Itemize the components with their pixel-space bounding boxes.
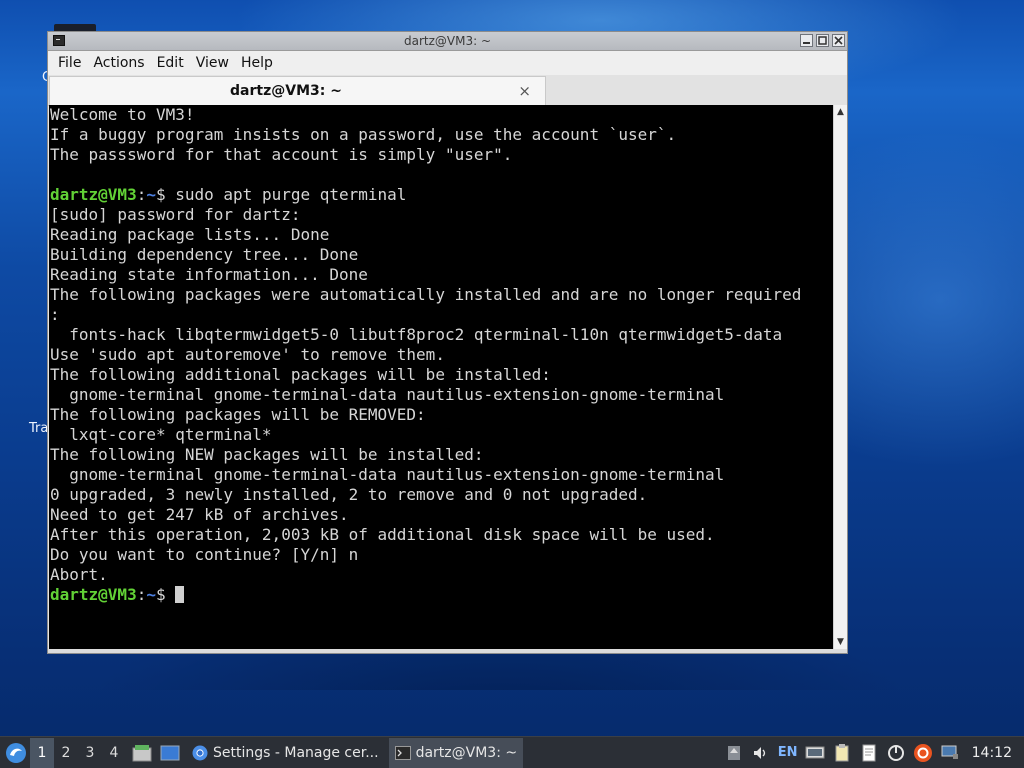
menu-actions[interactable]: Actions — [87, 51, 150, 75]
workspace-2[interactable]: 2 — [54, 738, 78, 768]
scroll-down-arrow-icon[interactable]: ▼ — [834, 635, 847, 649]
terminal-line: gnome-terminal gnome-terminal-data nauti… — [50, 465, 725, 484]
menu-file[interactable]: File — [52, 51, 87, 75]
scroll-up-arrow-icon[interactable]: ▲ — [834, 105, 847, 119]
terminal-prompt-line: dartz@VM3:~$ — [49, 585, 833, 605]
ubuntu-logo-icon — [913, 743, 932, 762]
workspace-4[interactable]: 4 — [102, 738, 126, 768]
terminal-line: The following packages will be REMOVED: — [50, 405, 426, 424]
close-icon — [834, 36, 843, 45]
taskbar: 1 2 3 4 Settings - Manage cer... dartz@V… — [0, 736, 1024, 768]
minimize-button[interactable] — [800, 34, 813, 47]
terminal-tab[interactable]: dartz@VM3: ~ × — [49, 76, 546, 106]
tray-notes[interactable] — [857, 741, 881, 765]
tray-ubuntu[interactable] — [911, 741, 935, 765]
terminal-line: Use 'sudo apt autoremove' to remove them… — [50, 345, 445, 364]
task-terminal[interactable]: dartz@VM3: ~ — [388, 737, 524, 768]
start-menu-button[interactable] — [2, 739, 30, 767]
terminal-prompt-line: dartz@VM3:~$ sudo apt purge qterminal — [50, 185, 407, 204]
terminal-line: Reading package lists... Done — [50, 225, 330, 244]
window-bottom-edge — [48, 649, 847, 653]
close-window-button[interactable] — [832, 34, 845, 47]
terminal-icon — [394, 745, 411, 760]
terminal-line: Welcome to VM3! — [50, 105, 195, 124]
tray-power-manager[interactable] — [884, 741, 908, 765]
minimize-icon — [803, 42, 810, 44]
system-tray: EN 14:12 — [719, 738, 1024, 768]
window-title: dartz@VM3: ~ — [403, 34, 492, 48]
workspace-1[interactable]: 1 — [30, 737, 54, 768]
terminal-line: The passsword for that account is simply… — [50, 145, 513, 164]
quicklaunch-show-desktop[interactable] — [158, 741, 182, 765]
terminal-line: After this operation, 2,003 kB of additi… — [50, 525, 715, 544]
network-icon — [805, 746, 825, 758]
prompt-user: dartz@VM3 — [50, 585, 137, 604]
task-settings-browser[interactable]: Settings - Manage cer... — [186, 738, 385, 768]
display-icon — [941, 745, 958, 759]
trash-icon-label[interactable]: Tra — [29, 421, 48, 436]
text-cursor — [175, 586, 185, 603]
window-titlebar[interactable]: dartz@VM3: ~ — [48, 32, 847, 51]
tray-network[interactable] — [803, 741, 827, 765]
command-text: $ — [155, 585, 176, 604]
terminal-line: The following additional packages will b… — [50, 365, 551, 384]
tray-screen[interactable] — [938, 741, 962, 765]
terminal-line: : — [50, 305, 60, 324]
terminal-line: Building dependency tree... Done — [50, 245, 359, 264]
quicklaunch-file-manager[interactable] — [130, 741, 154, 765]
power-manager-icon — [887, 744, 904, 761]
chromium-icon — [192, 745, 208, 760]
terminal-line: gnome-terminal gnome-terminal-data nauti… — [50, 385, 725, 404]
terminal-line: Do you want to continue? [Y/n] n — [50, 545, 359, 564]
update-arrow-icon — [727, 745, 740, 760]
terminal-line: Reading state information... Done — [50, 265, 368, 284]
terminal-line: [sudo] password for dartz: — [50, 205, 301, 224]
tray-updates[interactable] — [722, 741, 746, 765]
prompt-path: ~ — [146, 185, 156, 204]
tray-clipboard[interactable] — [830, 741, 854, 765]
prompt-user: dartz@VM3 — [50, 185, 137, 204]
terminal-line: fonts-hack libqtermwidget5-0 libutf8proc… — [50, 325, 783, 344]
tab-title: dartz@VM3: ~ — [230, 83, 342, 99]
terminal-line: The following NEW packages will be insta… — [50, 445, 484, 464]
volume-icon — [753, 746, 765, 759]
menu-edit[interactable]: Edit — [151, 51, 190, 75]
clock[interactable]: 14:12 — [972, 745, 1012, 761]
terminal-line: Abort. — [50, 565, 108, 584]
terminal-line: The following packages were automaticall… — [50, 285, 802, 304]
terminal-scrollbar[interactable]: ▲ ▼ — [833, 105, 847, 649]
terminal-line: 0 upgraded, 3 newly installed, 2 to remo… — [50, 485, 648, 504]
file-manager-icon — [132, 744, 152, 761]
terminal-line: Need to get 247 kB of archives. — [50, 505, 349, 524]
task-label: Settings - Manage cer... — [213, 744, 379, 761]
menu-view[interactable]: View — [190, 51, 235, 75]
terminal-window: dartz@VM3: ~ File Actions Edit View Help… — [47, 31, 848, 654]
tray-volume[interactable] — [749, 741, 773, 765]
prompt-path: ~ — [146, 585, 156, 604]
menu-bar: File Actions Edit View Help — [48, 51, 847, 75]
tab-strip: dartz@VM3: ~ × — [48, 75, 847, 106]
maximize-button[interactable] — [816, 34, 829, 47]
terminal-line: If a buggy program insists on a password… — [50, 125, 677, 144]
command-text: $ sudo apt purge qterminal — [155, 185, 407, 204]
terminal-line: lxqt-core* qterminal* — [50, 425, 272, 444]
notes-icon — [862, 744, 876, 761]
maximize-icon — [818, 36, 827, 45]
clipboard-icon — [835, 743, 849, 761]
workspace-3[interactable]: 3 — [78, 738, 102, 768]
keyboard-layout-indicator[interactable]: EN — [776, 741, 800, 765]
show-desktop-icon — [160, 745, 180, 760]
task-label: dartz@VM3: ~ — [415, 744, 518, 761]
tab-close-button[interactable]: × — [518, 82, 531, 100]
lxqt-logo-icon — [6, 742, 26, 763]
menu-help[interactable]: Help — [235, 51, 279, 75]
terminal-output[interactable]: Welcome to VM3! If a buggy program insist… — [49, 105, 833, 649]
